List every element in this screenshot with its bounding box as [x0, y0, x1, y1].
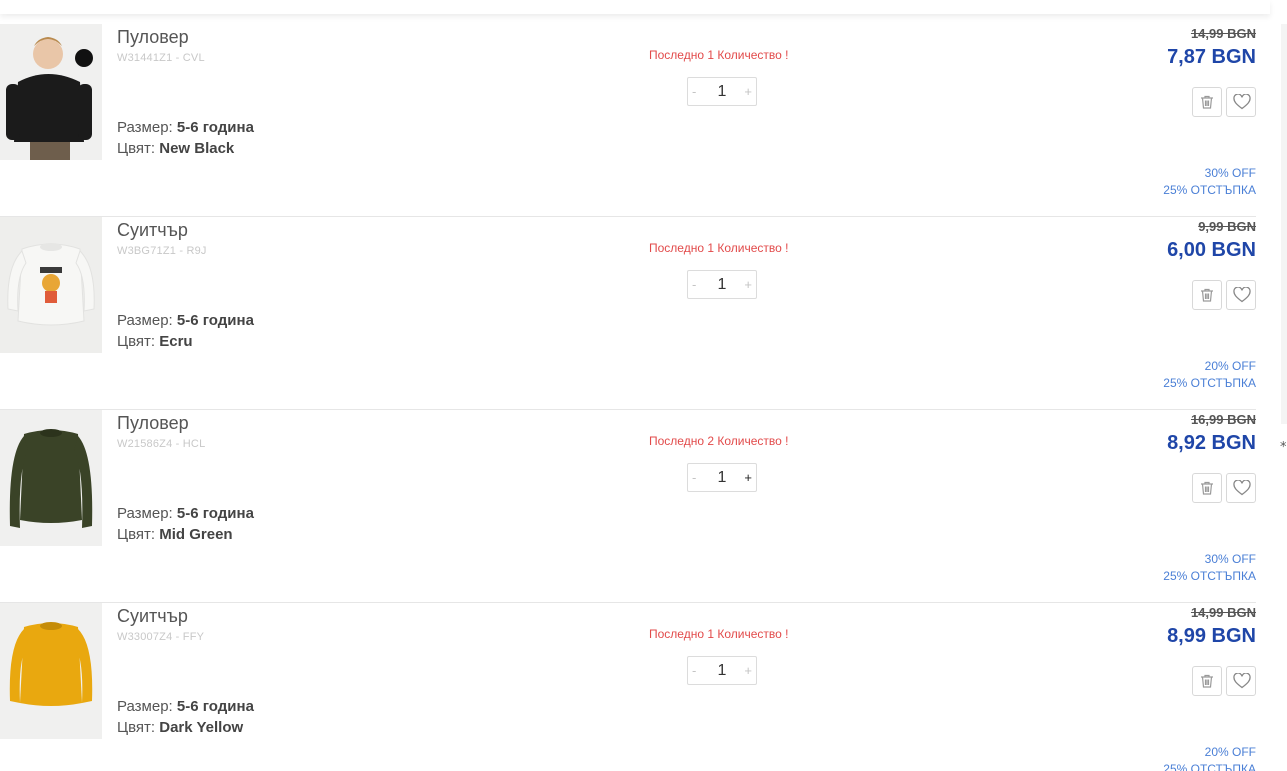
product-color: Цвят: Ecru	[117, 333, 193, 350]
discount-label: 25% ОТСТЪПКА	[1163, 762, 1256, 771]
remove-button[interactable]	[1192, 666, 1222, 696]
trash-icon	[1201, 95, 1213, 109]
stock-warning: Последно 2 Количество !	[649, 434, 789, 448]
current-price: 7,87 BGN	[1167, 46, 1256, 68]
quantity-stepper: - 1 +	[687, 656, 757, 685]
side-mark: *	[1280, 440, 1287, 455]
heart-icon	[1233, 480, 1251, 496]
old-price: 9,99 BGN	[1198, 219, 1256, 234]
product-name[interactable]: Пуловер	[117, 27, 189, 48]
color-value: New Black	[159, 140, 235, 157]
trash-icon	[1201, 288, 1213, 302]
qty-increase-button[interactable]: +	[744, 277, 752, 292]
discount-label: 25% ОТСТЪПКА	[1163, 376, 1256, 390]
wishlist-button[interactable]	[1226, 280, 1256, 310]
color-value: Mid Green	[159, 526, 233, 543]
current-price: 6,00 BGN	[1167, 239, 1256, 261]
cart-item: Суитчър W33007Z4 - FFY Размер: 5-6 годин…	[0, 603, 1256, 771]
color-label: Цвят:	[117, 526, 156, 543]
trash-icon	[1201, 481, 1213, 495]
old-price: 14,99 BGN	[1190, 605, 1256, 620]
stock-warning: Последно 1 Количество !	[649, 627, 789, 641]
trash-icon	[1201, 674, 1213, 688]
product-size: Размер: 5-6 година	[117, 505, 254, 522]
product-name[interactable]: Суитчър	[117, 606, 188, 627]
product-size: Размер: 5-6 година	[117, 698, 254, 715]
product-color: Цвят: Mid Green	[117, 526, 233, 543]
qty-increase-button[interactable]: +	[744, 470, 752, 485]
size-value: 5-6 година	[176, 119, 254, 136]
qty-increase-button[interactable]: +	[744, 84, 752, 99]
product-color: Цвят: New Black	[117, 140, 234, 157]
product-sku: W31441Z1 - CVL	[117, 52, 205, 64]
qty-increase-button[interactable]: +	[744, 663, 752, 678]
discount-label: 25% ОТСТЪПКА	[1163, 569, 1256, 583]
wishlist-button[interactable]	[1226, 87, 1256, 117]
size-label: Размер:	[117, 312, 173, 329]
color-label: Цвят:	[117, 719, 156, 736]
remove-button[interactable]	[1192, 87, 1222, 117]
old-price: 16,99 BGN	[1190, 412, 1256, 427]
quantity-stepper: - 1 +	[687, 77, 757, 106]
old-price: 14,99 BGN	[1190, 26, 1256, 41]
color-value: Ecru	[159, 333, 193, 350]
product-name[interactable]: Суитчър	[117, 220, 188, 241]
product-sku: W3BG71Z1 - R9J	[117, 245, 207, 257]
heart-icon	[1233, 287, 1251, 303]
cart-item: Суитчър W3BG71Z1 - R9J Размер: 5-6 годин…	[0, 217, 1256, 410]
percent-off: 30% OFF	[1204, 552, 1256, 566]
wishlist-button[interactable]	[1226, 666, 1256, 696]
heart-icon	[1233, 673, 1251, 689]
size-label: Размер:	[117, 505, 173, 522]
percent-off: 30% OFF	[1204, 166, 1256, 180]
product-image[interactable]	[0, 410, 102, 546]
discount-label: 25% ОТСТЪПКА	[1163, 183, 1256, 197]
product-image[interactable]	[0, 217, 102, 353]
cart-item: Пуловер W31441Z1 - CVL Размер: 5-6 годин…	[0, 24, 1256, 217]
product-image[interactable]	[0, 24, 102, 160]
product-size: Размер: 5-6 година	[117, 119, 254, 136]
color-label: Цвят:	[117, 333, 156, 350]
color-label: Цвят:	[117, 140, 156, 157]
remove-button[interactable]	[1192, 473, 1222, 503]
percent-off: 20% OFF	[1204, 745, 1256, 759]
quantity-stepper: - 1 +	[687, 463, 757, 492]
scrollbar-track[interactable]	[1281, 24, 1287, 424]
header-shadow	[0, 0, 1270, 14]
size-value: 5-6 година	[176, 312, 254, 329]
size-label: Размер:	[117, 119, 173, 136]
wishlist-button[interactable]	[1226, 473, 1256, 503]
color-value: Dark Yellow	[159, 719, 244, 736]
current-price: 8,99 BGN	[1167, 625, 1256, 647]
heart-icon	[1233, 94, 1251, 110]
product-sku: W21586Z4 - HCL	[117, 438, 206, 450]
stock-warning: Последно 1 Количество !	[649, 241, 789, 255]
percent-off: 20% OFF	[1204, 359, 1256, 373]
product-image[interactable]	[0, 603, 102, 739]
product-sku: W33007Z4 - FFY	[117, 631, 205, 643]
size-value: 5-6 година	[176, 505, 254, 522]
current-price: 8,92 BGN	[1167, 432, 1256, 454]
product-size: Размер: 5-6 година	[117, 312, 254, 329]
stock-warning: Последно 1 Количество !	[649, 48, 789, 62]
remove-button[interactable]	[1192, 280, 1222, 310]
quantity-stepper: - 1 +	[687, 270, 757, 299]
product-color: Цвят: Dark Yellow	[117, 719, 243, 736]
cart-item: Пуловер W21586Z4 - HCL Размер: 5-6 годин…	[0, 410, 1256, 603]
size-value: 5-6 година	[176, 698, 254, 715]
product-name[interactable]: Пуловер	[117, 413, 189, 434]
size-label: Размер:	[117, 698, 173, 715]
